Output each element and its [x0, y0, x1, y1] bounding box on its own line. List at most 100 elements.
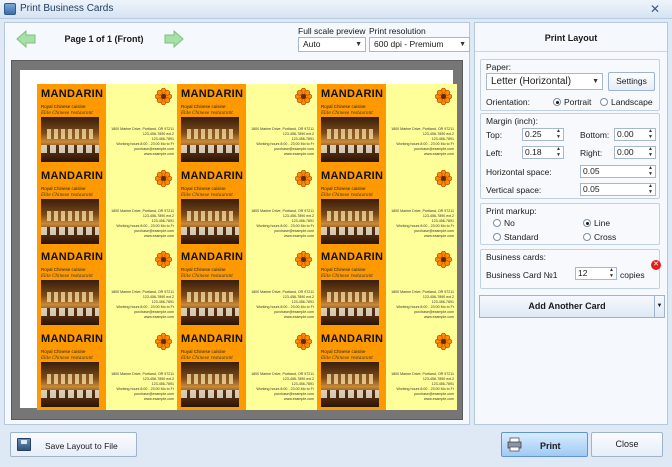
add-card-dropdown-button[interactable]: ▼: [654, 295, 665, 318]
copies-input[interactable]: 12 ▲ ▼: [575, 267, 617, 280]
left-margin-input[interactable]: 0.18 ▲ ▼: [522, 146, 564, 159]
card-subtitle: Elite Chinese restaurant: [321, 191, 373, 197]
business-cards-group: Business cards: Business Card №1 12 ▲ ▼ c…: [480, 249, 661, 289]
markup-cross-label: Cross: [594, 232, 617, 242]
hspace-input[interactable]: 0.05 ▲ ▼: [580, 165, 656, 178]
top-margin-input[interactable]: 0.25 ▲ ▼: [522, 128, 564, 141]
markup-line-radio[interactable]: Line: [583, 218, 610, 228]
restaurant-photo: [41, 117, 99, 162]
scale-label: Full scale preview: [298, 26, 366, 36]
card-info-line: www.example.com: [284, 315, 314, 319]
markup-standard-radio[interactable]: Standard: [493, 232, 539, 242]
paper-select-value: Letter (Horizontal): [491, 76, 572, 87]
restaurant-photo: [321, 198, 379, 244]
spinner-arrows-icon[interactable]: ▲ ▼: [647, 146, 654, 158]
card-contact-info: 1800 Marine Drive, Portland, OR 97211 123…: [390, 372, 454, 402]
landscape-label: Landscape: [611, 97, 653, 107]
card-tagline: Royal Chinese cuisine: [41, 348, 86, 354]
portrait-radio[interactable]: Portrait: [553, 97, 591, 107]
card-grid: MANDARIN Royal Chinese cuisine Elite Chine…: [37, 84, 457, 410]
spinner-arrows-icon[interactable]: ▲ ▼: [555, 146, 562, 158]
radio-selected-icon: [553, 98, 561, 106]
preview-toolbar: Page 1 of 1 (Front) Full scale preview P…: [5, 23, 470, 57]
card-info-line: www.example.com: [144, 233, 174, 238]
card-info-line: www.example.com: [144, 315, 174, 319]
save-layout-button[interactable]: Save Layout to File: [10, 432, 137, 457]
resolution-select[interactable]: 600 dpi - Premium ▼: [369, 37, 470, 52]
business-card: MANDARIN Royal Chinese cuisine Elite Chine…: [177, 328, 317, 410]
spinner-arrows-icon[interactable]: ▲ ▼: [647, 165, 654, 177]
card-info-line: www.example.com: [284, 233, 314, 238]
restaurant-photo: [41, 280, 99, 325]
card-subtitle: Elite Chinese restaurant: [181, 191, 233, 197]
window-close-button[interactable]: ✕: [646, 1, 664, 17]
previous-page-button[interactable]: [15, 29, 37, 49]
card-brand: MANDARIN: [41, 88, 104, 100]
flower-logo-icon: [434, 169, 453, 187]
flower-logo-icon: [154, 169, 173, 187]
divider: [475, 51, 667, 52]
next-page-button[interactable]: [163, 29, 185, 49]
markup-no-label: No: [504, 218, 515, 228]
card-brand: MANDARIN: [181, 88, 244, 100]
top-label: Top:: [486, 130, 503, 140]
restaurant-photo: [181, 117, 239, 162]
paper-group-label: Paper:: [486, 62, 512, 72]
card-contact-info: 1800 Marine Drive, Portland, OR 97211 123…: [110, 290, 174, 320]
print-button[interactable]: Print: [501, 432, 588, 457]
card-info-line: Working hours 8:00 - 23:00 Mo to Fr: [396, 223, 454, 228]
paper-group: Paper: Letter (Horizontal) ▼ Settings Or…: [480, 59, 660, 111]
save-layout-label: Save Layout to File: [45, 441, 118, 451]
landscape-radio[interactable]: Landscape: [600, 97, 653, 107]
flower-logo-icon: [294, 332, 313, 350]
markup-no-radio[interactable]: No: [493, 218, 515, 228]
card-info-line: www.example.com: [284, 396, 314, 401]
restaurant-photo: [321, 117, 379, 162]
vspace-input[interactable]: 0.05 ▲ ▼: [580, 183, 656, 196]
card-contact-info: 1800 Marine Drive, Portland, OR 97211 123…: [390, 209, 454, 239]
restaurant-photo: [181, 361, 239, 407]
close-button[interactable]: Close: [591, 432, 663, 457]
right-margin-input[interactable]: 0.00 ▲ ▼: [614, 146, 656, 159]
arrow-right-icon: [164, 29, 184, 49]
flower-logo-icon: [434, 332, 453, 350]
spinner-arrows-icon[interactable]: ▲ ▼: [647, 128, 654, 140]
bottom-label: Bottom:: [580, 130, 610, 140]
card-tagline: Royal Chinese cuisine: [181, 185, 226, 191]
flower-logo-icon: [154, 332, 173, 350]
scale-select[interactable]: Auto ▼: [298, 37, 366, 52]
paper-select[interactable]: Letter (Horizontal) ▼: [486, 73, 603, 90]
markup-cross-radio[interactable]: Cross: [583, 232, 616, 242]
business-card: MANDARIN Royal Chinese cuisine Elite Chine…: [177, 84, 317, 166]
remove-card-icon[interactable]: ✕: [651, 260, 661, 270]
card-tagline: Royal Chinese cuisine: [321, 104, 366, 109]
print-markup-group: Print markup: No Line Standard Cross: [480, 203, 660, 245]
spinner-arrows-icon[interactable]: ▲ ▼: [555, 128, 562, 140]
floppy-disk-icon: [17, 438, 31, 451]
card-contact-info: 1800 Marine Drive, Portland, OR 97211 123…: [390, 127, 454, 157]
card-tagline: Royal Chinese cuisine: [181, 348, 226, 354]
restaurant-photo: [321, 361, 379, 407]
business-card: MANDARIN Royal Chinese cuisine Elite Chine…: [317, 84, 457, 166]
radio-icon: [600, 98, 608, 106]
card-info-line: Working hours 8:00 - 23:00 Mo to Fr: [396, 386, 454, 391]
card-brand: MANDARIN: [321, 88, 384, 100]
preview-canvas[interactable]: MANDARIN Royal Chinese cuisine Elite Chine…: [11, 60, 463, 420]
add-another-card-button[interactable]: Add Another Card: [479, 295, 655, 318]
spinner-arrows-icon[interactable]: ▲ ▼: [647, 183, 654, 195]
card-subtitle: Elite Chinese restaurant: [321, 273, 373, 278]
card-info-line: www.example.com: [284, 152, 314, 156]
radio-icon: [493, 233, 501, 241]
paper-settings-button[interactable]: Settings: [608, 72, 655, 91]
markup-standard-label: Standard: [504, 232, 539, 242]
card-tagline: Royal Chinese cuisine: [181, 267, 226, 272]
flower-logo-icon: [154, 87, 173, 106]
bottom-margin-input[interactable]: 0.00 ▲ ▼: [614, 128, 656, 141]
card-contact-info: 1800 Marine Drive, Portland, OR 97211 123…: [110, 209, 174, 239]
card-contact-info: 1800 Marine Drive, Portland, OR 97211 123…: [110, 127, 174, 157]
spinner-arrows-icon[interactable]: ▲ ▼: [608, 267, 615, 279]
card-info-line: 1800 Marine Drive, Portland, OR 97211: [391, 371, 454, 376]
markup-group-label: Print markup:: [486, 206, 537, 216]
margin-group-label: Margin (inch):: [486, 116, 538, 126]
business-card: MANDARIN Royal Chinese cuisine Elite Chine…: [317, 247, 457, 329]
